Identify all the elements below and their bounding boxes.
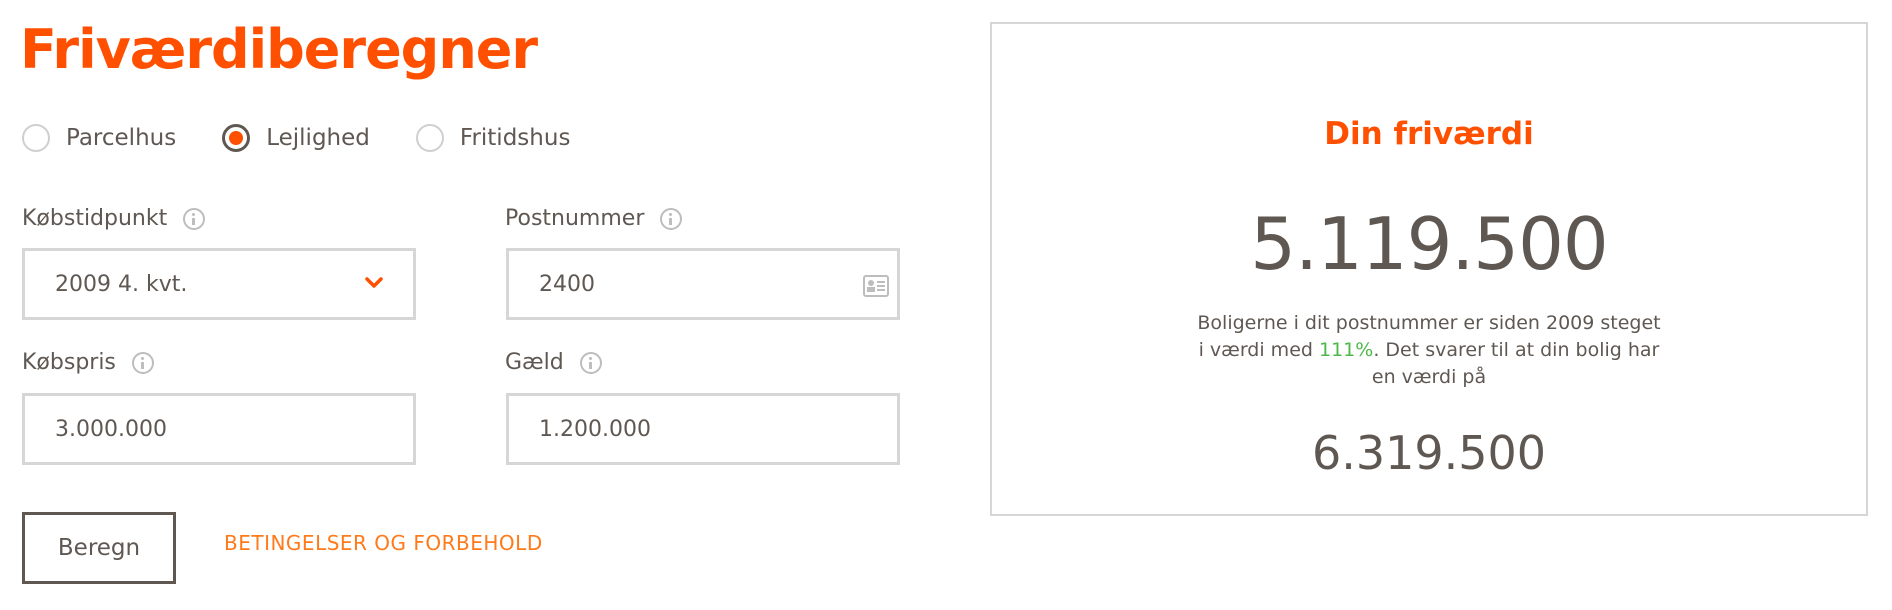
postal-code-label-row: Postnummer (505, 206, 683, 231)
debt-label: Gæld (505, 350, 564, 375)
calculate-button[interactable]: Beregn (22, 512, 176, 584)
radio-button[interactable] (22, 124, 50, 152)
page-title: Friværdiberegner (20, 18, 538, 81)
radio-label-lejlighed: Lejlighed (266, 125, 370, 151)
purchase-price-label-row: Købspris (22, 350, 154, 375)
radio-button-selected[interactable] (222, 124, 251, 152)
terms-link[interactable]: BETINGELSER OG FORBEHOLD (224, 531, 543, 555)
result-title: Din friværdi (1324, 116, 1534, 152)
radio-lejlighed[interactable]: Lejlighed (222, 124, 370, 152)
debt-label-row: Gæld (505, 350, 602, 375)
postal-code-input[interactable]: 2400 (506, 248, 900, 320)
purchase-price-value: 3.000.000 (55, 416, 167, 442)
info-icon[interactable] (131, 351, 154, 374)
result-description: Boligerne i dit postnummer er siden 2009… (1192, 310, 1666, 391)
chevron-down-icon (365, 277, 383, 288)
info-icon[interactable] (660, 207, 683, 230)
purchase-time-select[interactable]: 2009 4. kvt. (22, 248, 416, 320)
growth-percentage: 111% (1318, 339, 1374, 361)
purchase-time-value: 2009 4. kvt. (55, 271, 188, 297)
debt-value: 1.200.000 (539, 416, 651, 442)
radio-fritidshus[interactable]: Fritidshus (415, 124, 571, 152)
home-value: 6.319.500 (1311, 426, 1547, 480)
purchase-price-label: Købspris (22, 350, 116, 375)
radio-label-fritidshus: Fritidshus (459, 125, 571, 151)
equity-value: 5.119.500 (1250, 202, 1608, 286)
debt-input[interactable]: 1.200.000 (506, 393, 900, 465)
radio-label-parcelhus: Parcelhus (66, 125, 177, 151)
result-description-text-end: . Det svarer til at din bolig har en vær… (1371, 339, 1660, 388)
info-icon[interactable] (579, 351, 602, 374)
radio-parcelhus[interactable]: Parcelhus (22, 124, 176, 152)
result-panel: Din friværdi 5.119.500 Boligerne i dit p… (990, 22, 1868, 516)
postal-code-value: 2400 (539, 271, 595, 297)
property-type-radio-group: Parcelhus Lejlighed Fritidshus (22, 124, 616, 152)
info-icon[interactable] (183, 207, 206, 230)
purchase-time-label: Købstidpunkt (22, 206, 168, 231)
address-card-icon (863, 275, 889, 297)
purchase-time-label-row: Købstidpunkt (22, 206, 206, 231)
radio-button[interactable] (415, 124, 444, 152)
postal-code-label: Postnummer (505, 206, 645, 231)
purchase-price-input[interactable]: 3.000.000 (22, 393, 416, 465)
